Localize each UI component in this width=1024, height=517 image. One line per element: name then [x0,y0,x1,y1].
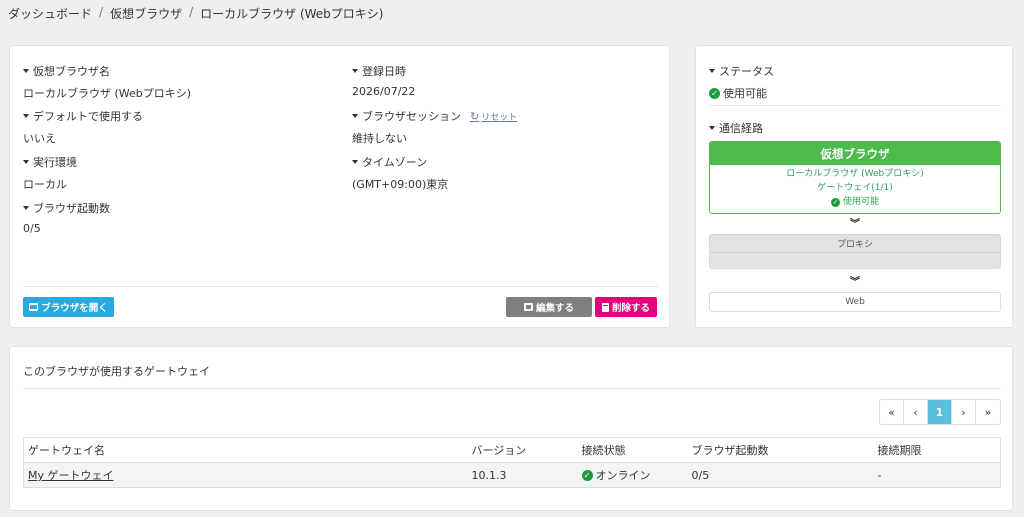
field-registered-at: 登録日時 2026/07/22 [352,63,415,98]
field-value: 維持しない [352,132,407,145]
column-header-expiry[interactable]: 接続期限 [873,437,1001,463]
table-header-row: ゲートウェイ名 バージョン 接続状態 ブラウザ起動数 接続期限 [23,437,1001,463]
column-header-gateway-name[interactable]: ゲートウェイ名 [23,437,468,463]
breadcrumb: ダッシュボード / 仮想ブラウザ / ローカルブラウザ (Webプロキシ) [8,5,383,22]
pagination: « ‹ 1 › » [879,399,1001,425]
refresh-icon: ↻ [470,109,480,123]
breadcrumb-dashboard[interactable]: ダッシュボード [8,5,92,22]
trash-icon [601,302,609,312]
field-label: 通信経路 [719,122,763,135]
route-proxy-header: プロキシ [710,235,1000,253]
breadcrumb-separator: / [99,5,104,19]
field-label: ブラウザ起動数 [33,202,110,215]
divider [709,105,1001,106]
field-value: 0/5 [23,222,41,235]
caret-down-icon [352,114,358,118]
field-route: 通信経路 [709,120,763,136]
session-reset-link[interactable]: ↻ リセット [470,110,517,123]
caret-down-icon [352,69,358,73]
pagination-last-button[interactable]: » [976,400,1000,424]
field-value: 2026/07/22 [352,85,416,98]
field-browser-session: ブラウザセッション ↻ リセット 維持しない [352,108,517,146]
column-header-connection-state[interactable]: 接続状態 [577,437,688,463]
status-value: 使用可能 [723,87,767,100]
delete-label: 削除する [611,303,650,314]
browser-details-card: 仮想ブラウザ名 ローカルブラウザ (Webプロキシ) 登録日時 2026/07/… [9,45,670,328]
field-label: 仮想ブラウザ名 [33,65,110,78]
open-browser-label: ブラウザを開く [41,303,108,314]
field-launch-count: ブラウザ起動数 0/5 [23,200,110,235]
route-gateway-count: ゲートウェイ(1/1) [817,183,893,193]
gateways-table: ゲートウェイ名 バージョン 接続状態 ブラウザ起動数 接続期限 My ゲートウェ… [23,437,1001,488]
table-row: My ゲートウェイ 10.1.3 ✓ オンライン 0/5 - [23,462,1001,488]
field-value: ローカルブラウザ (Webプロキシ) [23,87,192,100]
field-browser-name: 仮想ブラウザ名 ローカルブラウザ (Webプロキシ) [23,63,191,101]
caret-down-icon [23,114,29,118]
open-browser-button[interactable]: ブラウザを開く [23,297,114,317]
breadcrumb-separator: / [189,5,194,19]
gateway-launch-count: 0/5 [687,462,874,488]
gateway-state: オンライン [595,469,651,482]
caret-down-icon [23,206,29,210]
gateway-expiry: - [873,462,1001,488]
route-status: 使用可能 [842,197,879,207]
field-label: ステータス [719,65,774,78]
check-circle-icon: ✓ [581,469,593,481]
breadcrumb-virtual-browser[interactable]: 仮想ブラウザ [110,5,182,22]
pagination-first-button[interactable]: « [880,400,904,424]
column-header-launch-count[interactable]: ブラウザ起動数 [687,437,874,463]
caret-down-icon [709,126,715,130]
route-virtual-browser: 仮想ブラウザ ローカルブラウザ (Webプロキシ) ゲートウェイ(1/1) ✓ … [709,141,1001,214]
pagination-next-button[interactable]: › [952,400,976,424]
field-label: タイムゾーン [362,156,428,169]
gateways-card: このブラウザが使用するゲートウェイ « ‹ 1 › » ゲートウェイ名 バージョ… [9,346,1013,511]
route-proxy: プロキシ [709,234,1001,269]
caret-down-icon [352,160,358,164]
delete-button[interactable]: 削除する [595,297,657,317]
reset-label: リセット [481,112,518,123]
window-icon [29,303,39,311]
pagination-prev-button[interactable]: ‹ [904,400,928,424]
field-value: (GMT+09:00)東京 [352,178,449,191]
divider [23,388,1001,389]
field-status: ステータス ✓ 使用可能 [709,63,774,101]
route-web: Web [709,292,1001,312]
field-label: デフォルトで使用する [33,110,143,123]
gateway-version: 10.1.3 [467,462,578,488]
caret-down-icon [23,69,29,73]
field-label: 実行環境 [33,156,77,169]
caret-down-icon [709,69,715,73]
route-virtual-browser-header: 仮想ブラウザ [710,142,1000,165]
status-card: ステータス ✓ 使用可能 通信経路 仮想ブラウザ ローカルブラウザ (Webプロ… [695,45,1013,328]
check-circle-icon: ✓ [830,198,840,207]
field-environment: 実行環境 ローカル [23,154,77,192]
breadcrumb-current: ローカルブラウザ (Webプロキシ) [200,7,384,21]
edit-label: 編集する [535,303,574,314]
check-circle-icon: ✓ [709,87,720,99]
field-timezone: タイムゾーン (GMT+09:00)東京 [352,154,448,192]
field-value: いいえ [23,132,56,145]
field-label: ブラウザセッション [362,110,461,123]
edit-button[interactable]: 編集する [506,297,592,317]
field-value: ローカル [23,178,67,191]
route-browser-name: ローカルブラウザ (Webプロキシ) [786,169,924,179]
double-chevron-down-icon: ︾ [850,277,860,288]
double-chevron-down-icon: ︾ [850,219,860,230]
pagination-page-button[interactable]: 1 [928,400,952,424]
column-header-version[interactable]: バージョン [467,437,578,463]
divider [23,286,658,287]
gateways-title: このブラウザが使用するゲートウェイ [23,365,210,378]
field-default-use: デフォルトで使用する いいえ [23,108,143,146]
field-label: 登録日時 [362,65,406,78]
caret-down-icon [23,160,29,164]
gateway-name-link[interactable]: My ゲートウェイ [28,469,114,482]
edit-icon [523,303,533,311]
